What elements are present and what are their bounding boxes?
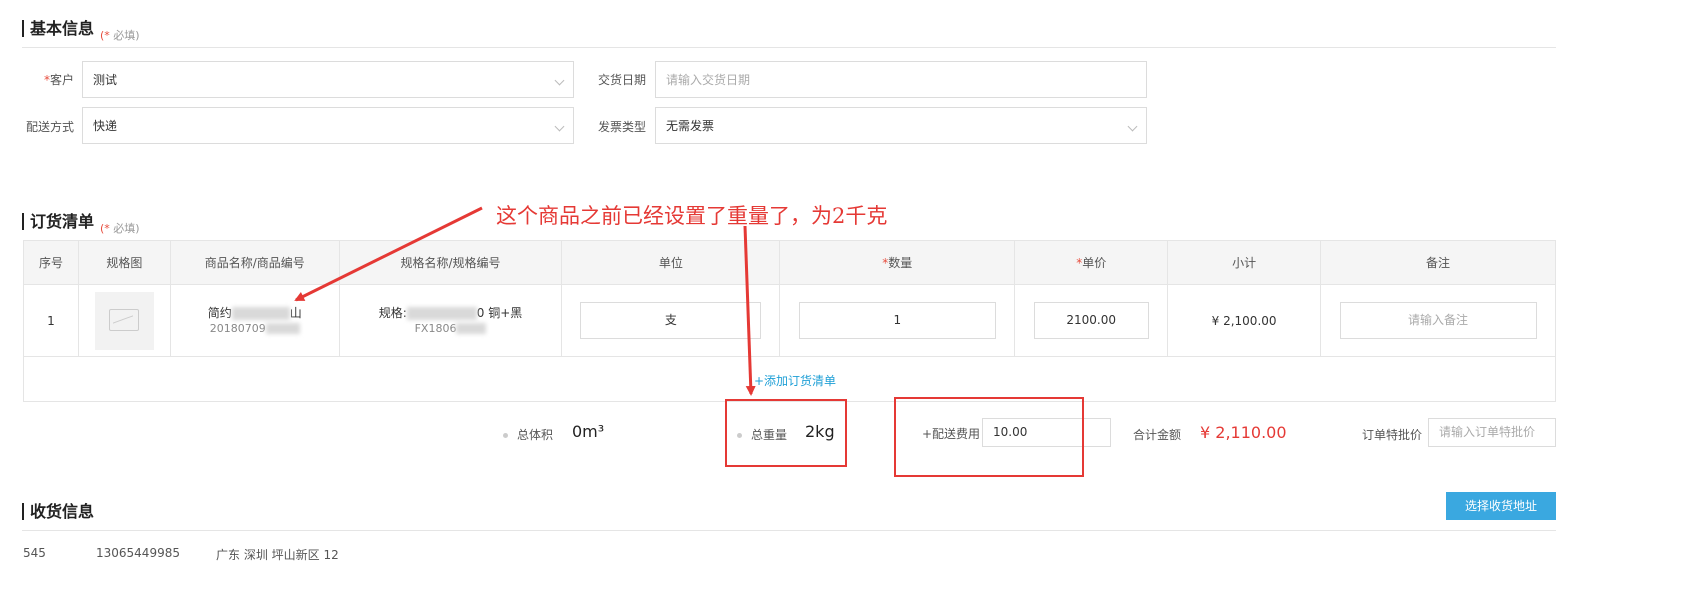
receiver-address: 广东 深圳 坪山新区 12 xyxy=(216,548,339,562)
receiving-info-title: 收货信息 xyxy=(22,503,94,520)
receiver-phone: 13065449985 xyxy=(96,546,180,560)
arrow-to-weight xyxy=(743,225,756,396)
receiving-divider xyxy=(22,530,1556,531)
select-address-button[interactable]: 选择收货地址 xyxy=(1446,492,1556,520)
receiver-id: 545 xyxy=(23,546,46,560)
arrow-to-product xyxy=(294,206,483,302)
